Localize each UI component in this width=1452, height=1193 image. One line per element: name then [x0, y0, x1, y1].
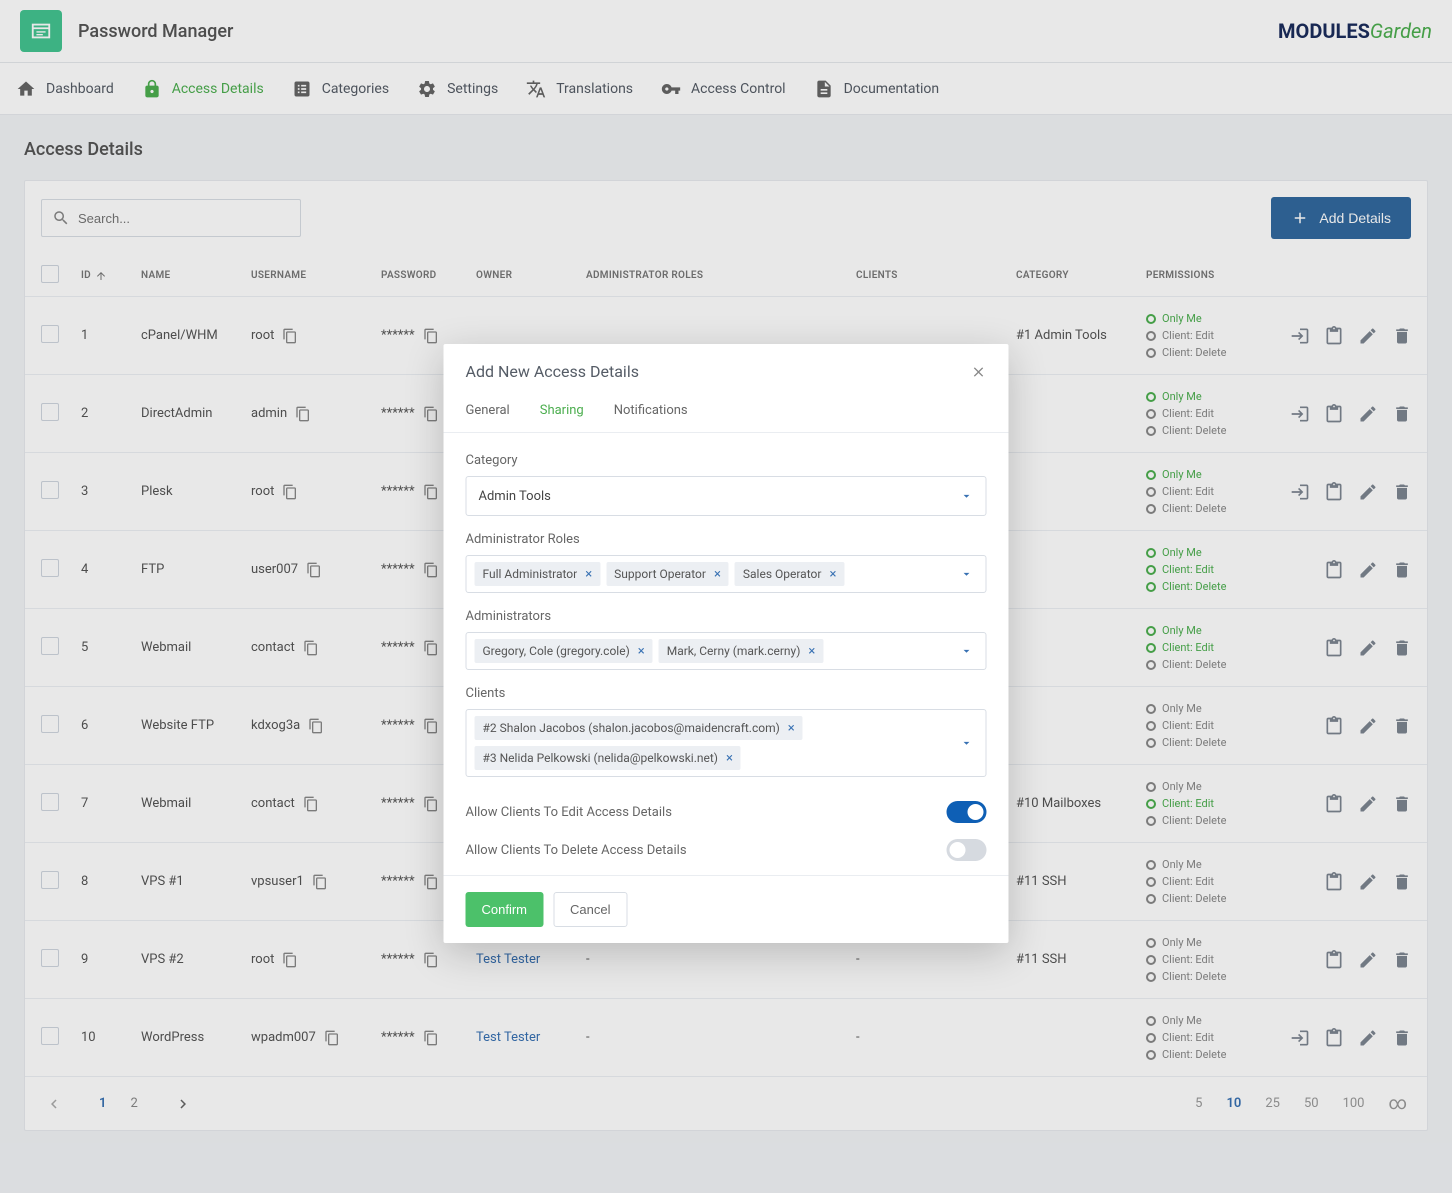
chip: Mark, Cerny (mark.cerny)×	[659, 639, 824, 663]
clients-label: Clients	[466, 686, 987, 701]
chip-remove[interactable]: ×	[726, 752, 733, 765]
allow-edit-label: Allow Clients To Edit Access Details	[466, 805, 672, 820]
chip-remove[interactable]: ×	[788, 722, 795, 735]
chevron-down-icon	[960, 567, 974, 581]
chip-remove[interactable]: ×	[829, 568, 836, 581]
allow-delete-label: Allow Clients To Delete Access Details	[466, 843, 687, 858]
close-icon[interactable]	[971, 364, 987, 380]
tab-sharing[interactable]: Sharing	[540, 395, 584, 432]
cancel-button[interactable]: Cancel	[553, 892, 627, 927]
chevron-down-icon	[960, 489, 974, 503]
chip: #3 Nelida Pelkowski (nelida@pelkowski.ne…	[475, 746, 741, 770]
chip: Support Operator×	[606, 562, 729, 586]
chip: Sales Operator×	[735, 562, 845, 586]
chip: Full Administrator×	[475, 562, 601, 586]
modal-title: Add New Access Details	[466, 362, 639, 381]
chip-remove[interactable]: ×	[808, 645, 815, 658]
chevron-down-icon	[960, 736, 974, 750]
chip: Gregory, Cole (gregory.cole)×	[475, 639, 653, 663]
chevron-down-icon	[960, 644, 974, 658]
tab-notifications[interactable]: Notifications	[614, 395, 688, 432]
tab-general[interactable]: General	[466, 395, 510, 432]
administrators-label: Administrators	[466, 609, 987, 624]
category-label: Category	[466, 453, 987, 468]
add-access-details-modal: Add New Access Details General Sharing N…	[444, 344, 1009, 943]
category-select[interactable]: Admin Tools	[466, 476, 987, 516]
clients-select[interactable]: #2 Shalon Jacobos (shalon.jacobos@maiden…	[466, 709, 987, 777]
admin-roles-label: Administrator Roles	[466, 532, 987, 547]
chip-remove[interactable]: ×	[714, 568, 721, 581]
chip: #2 Shalon Jacobos (shalon.jacobos@maiden…	[475, 716, 803, 740]
allow-edit-toggle[interactable]	[947, 801, 987, 823]
admin-roles-select[interactable]: Full Administrator×Support Operator×Sale…	[466, 555, 987, 593]
administrators-select[interactable]: Gregory, Cole (gregory.cole)×Mark, Cerny…	[466, 632, 987, 670]
chip-remove[interactable]: ×	[585, 568, 592, 581]
confirm-button[interactable]: Confirm	[466, 892, 544, 927]
chip-remove[interactable]: ×	[638, 645, 645, 658]
allow-delete-toggle[interactable]	[947, 839, 987, 861]
